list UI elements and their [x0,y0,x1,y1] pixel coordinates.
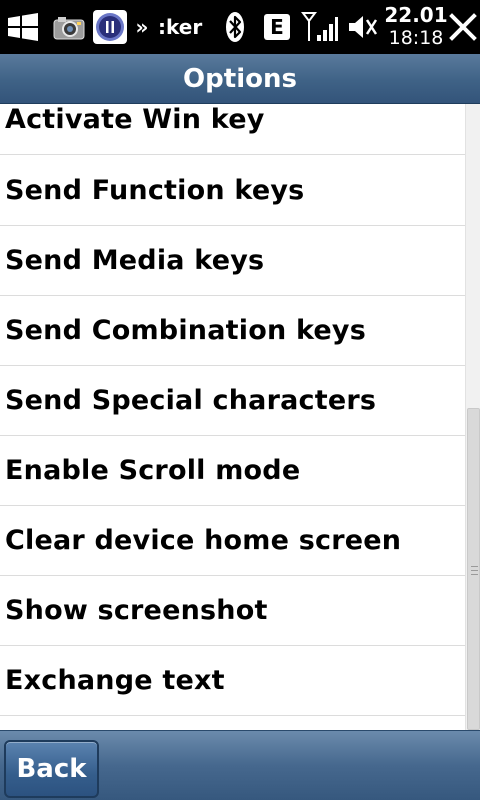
scrollbar-track[interactable] [465,104,480,730]
list-item-send-function-keys[interactable]: Send Function keys [0,156,465,226]
page-title: Options [183,63,297,94]
edge-network-icon[interactable]: E [262,0,292,54]
clock[interactable]: 22.01 18:18 [384,0,448,54]
list-item-label: Exchange text [5,665,225,696]
status-bar: » :ker E 22.01 18:18 [0,0,480,54]
list-item-activate-win-key[interactable]: Activate Win key [0,104,465,155]
app-title: :ker [158,15,203,39]
scrollbar-grip-icon [471,566,478,575]
scrollbar-thumb[interactable] [467,408,480,730]
network-badge: E [264,14,290,40]
list-item-label: Enable Scroll mode [5,455,301,486]
overflow-indicator[interactable]: » [134,0,150,54]
close-icon[interactable] [446,0,480,54]
list-item-label: Activate Win key [5,104,265,135]
list-item-enable-scroll-mode[interactable]: Enable Scroll mode [0,436,465,506]
list-item-send-combination-keys[interactable]: Send Combination keys [0,296,465,366]
list-item-label: Send Media keys [5,245,265,276]
page-header: Options [0,54,480,104]
windows-start-icon[interactable] [0,0,46,54]
status-date: 22.01 [384,3,448,27]
status-time: 18:18 [388,27,444,49]
list-item-show-screenshot[interactable]: Show screenshot [0,576,465,646]
list-item-label: Show screenshot [5,595,268,626]
back-button[interactable]: Back [4,740,99,798]
list-item-send-special-characters[interactable]: Send Special characters [0,366,465,436]
list-item-label: Send Combination keys [5,315,366,346]
list-item-label: Send Function keys [5,175,305,206]
list-item-label: Send Special characters [5,385,377,416]
bluetooth-icon[interactable] [222,0,248,54]
app-running-icon[interactable] [90,0,130,54]
options-list: Activate Win key Send Function keys Send… [0,104,465,730]
camera-icon[interactable] [52,0,86,54]
list-item-clear-device-home-screen[interactable]: Clear device home screen [0,506,465,576]
list-item-exchange-text[interactable]: Exchange text [0,646,465,716]
list-item-label: Clear device home screen [5,525,402,556]
signal-strength-icon[interactable] [300,0,340,54]
volume-muted-icon[interactable] [344,0,380,54]
list-item-send-media-keys[interactable]: Send Media keys [0,226,465,296]
list-item-partial[interactable] [0,716,465,730]
bottom-softkey-bar: Back [0,730,480,800]
